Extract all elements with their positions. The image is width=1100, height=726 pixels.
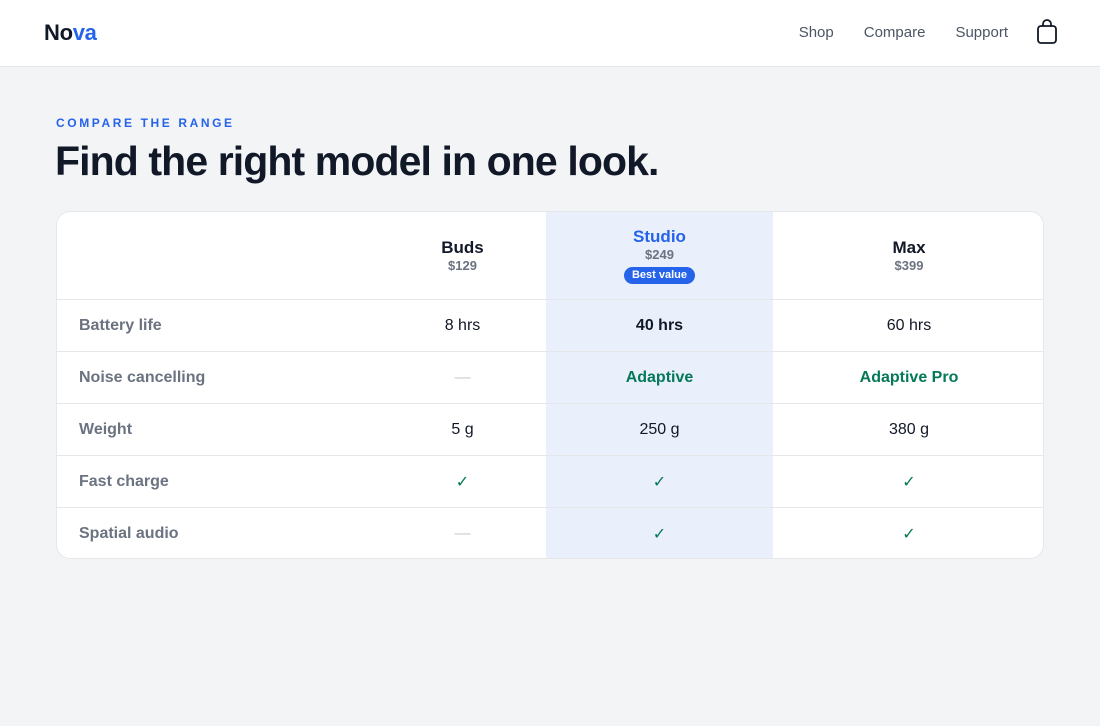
product-name: Max: [892, 237, 926, 257]
check-icon: ✓: [773, 507, 1043, 558]
row-label-noise-cancelling: Noise cancelling: [57, 351, 379, 403]
logo[interactable]: Nova: [44, 19, 97, 47]
check-icon: ✓: [546, 507, 773, 558]
check-icon: ✓: [546, 455, 773, 507]
cell-max-noise: Adaptive Pro: [773, 351, 1043, 403]
page-title: Find the right model in one look.: [55, 138, 659, 184]
product-price: $399: [894, 257, 924, 273]
section-eyebrow: COMPARE THE RANGE: [56, 116, 235, 130]
row-label-weight: Weight: [57, 403, 379, 455]
cell-max-battery: 60 hrs: [773, 299, 1043, 351]
product-header-studio: Studio $249 Best value: [546, 212, 773, 299]
cell-studio-weight: 250 g: [546, 403, 773, 455]
cell-buds-spatial-dash: —: [379, 507, 546, 558]
check-icon: ✓: [773, 455, 1043, 507]
best-value-badge: Best value: [623, 267, 696, 284]
check-icon: ✓: [379, 455, 546, 507]
row-label-battery-life: Battery life: [57, 299, 379, 351]
row-label-fast-charge: Fast charge: [57, 455, 379, 507]
product-name: Buds: [441, 237, 484, 257]
cell-studio-battery: 40 hrs: [546, 299, 773, 351]
nav-shop[interactable]: Shop: [799, 24, 834, 42]
site-header: Nova Shop Compare Support: [0, 0, 1100, 67]
main-nav: Shop Compare Support: [799, 24, 1008, 42]
product-price: $129: [448, 257, 477, 273]
cell-buds-battery: 8 hrs: [379, 299, 546, 351]
nav-compare[interactable]: Compare: [864, 24, 926, 42]
cell-max-weight: 380 g: [773, 403, 1043, 455]
row-label-spatial-audio: Spatial audio: [57, 507, 379, 558]
cell-studio-noise: Adaptive: [546, 351, 773, 403]
cell-buds-noise-dash: —: [379, 351, 546, 403]
product-name: Studio: [633, 227, 686, 246]
product-header-max: Max $399: [773, 212, 1043, 299]
cell-buds-weight: 5 g: [379, 403, 546, 455]
product-header-buds: Buds $129: [379, 212, 546, 299]
comparison-table: Buds $129 Studio $249 Best value Max $39…: [56, 211, 1044, 559]
product-price: $249: [645, 247, 674, 262]
nav-support[interactable]: Support: [955, 24, 1008, 42]
table-corner: [57, 212, 379, 299]
shopping-bag-icon[interactable]: [1036, 18, 1058, 46]
